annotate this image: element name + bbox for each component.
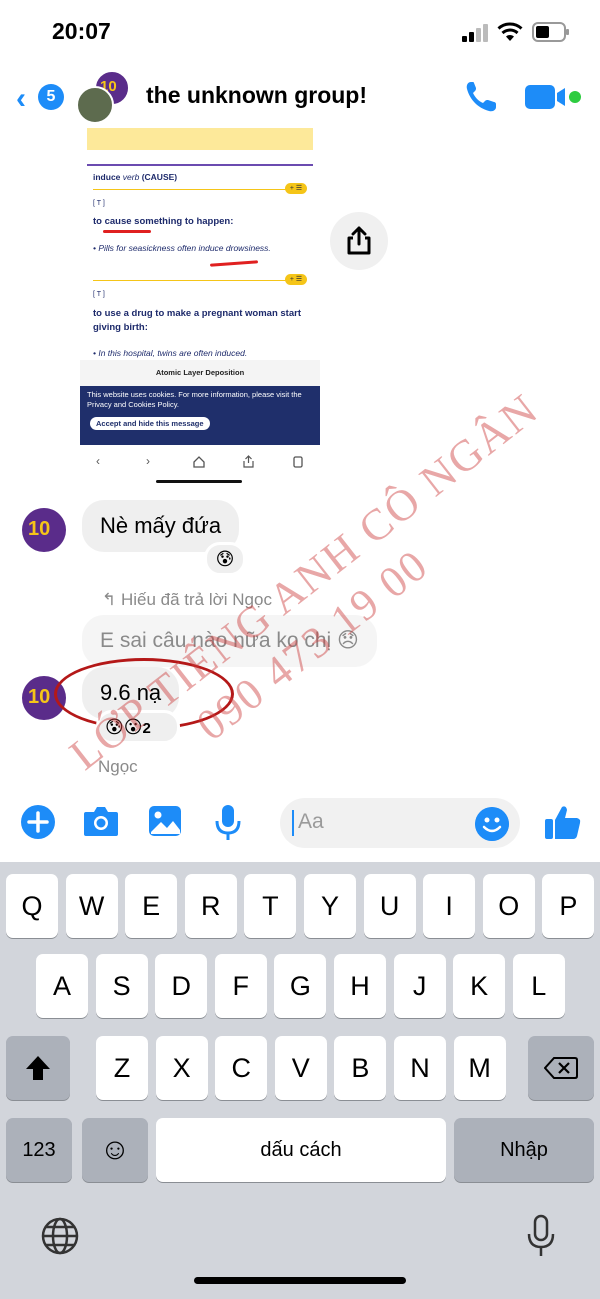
key-r[interactable]: R [184, 874, 237, 938]
text-cursor [292, 810, 294, 836]
add-list-pill: + ☰ [285, 183, 307, 194]
entry-pos: verb [122, 172, 140, 182]
status-time: 20:07 [52, 18, 111, 44]
emoji-key[interactable]: ☺ [82, 1118, 148, 1182]
keyboard: QWERTYUIOP ASDFGHJKL ZXCVBNM 123 ☺ dấu c… [0, 862, 600, 1299]
sender-avatar[interactable]: 10 [22, 508, 66, 552]
plus-icon[interactable] [20, 804, 56, 840]
input-placeholder: Aa [298, 810, 324, 833]
grammar-code: [ T ] [93, 291, 105, 298]
red-underline [209, 260, 259, 267]
key-o[interactable]: O [482, 874, 535, 938]
message-reaction[interactable]: 😰 [204, 542, 246, 576]
key-u[interactable]: U [363, 874, 416, 938]
member-avatar [76, 86, 114, 124]
entry-word: induce [93, 172, 121, 182]
wifi-icon [497, 22, 523, 41]
key-j[interactable]: J [393, 954, 446, 1018]
rule-line [93, 189, 293, 190]
home-icon [193, 456, 205, 468]
cookie-accept-button: Accept and hide this message [90, 417, 210, 430]
ad-title: Atomic Layer Deposition [155, 368, 245, 377]
gallery-icon[interactable] [147, 804, 183, 838]
shared-image[interactable]: induce verb (CAUSE) + ☰ [ T ] to cause s… [80, 128, 320, 483]
chat-title[interactable]: the unknown group! [146, 82, 367, 109]
unread-count-badge: 5 [38, 84, 64, 110]
key-q[interactable]: Q [6, 874, 58, 938]
backspace-icon [544, 1057, 578, 1079]
image-banner [87, 128, 313, 150]
share-icon [347, 226, 371, 255]
red-underline [103, 230, 151, 233]
phone-icon[interactable] [462, 78, 500, 116]
numbers-key[interactable]: 123 [6, 1118, 72, 1182]
emoji-icon[interactable] [475, 807, 509, 841]
dictation-icon[interactable] [526, 1214, 556, 1258]
key-h[interactable]: H [334, 954, 386, 1018]
avatar-badge-text: 10 [28, 518, 51, 540]
back-button[interactable]: ‹ 5 [16, 80, 66, 115]
tabs-icon [293, 456, 303, 468]
chevron-left-icon: ‹ [16, 82, 26, 115]
browser-back-icon: ‹ [96, 454, 100, 468]
browser-forward-icon: › [146, 454, 150, 468]
key-i[interactable]: I [423, 874, 476, 938]
key-t[interactable]: T [244, 874, 297, 938]
return-key[interactable]: Nhập [454, 1118, 594, 1182]
key-p[interactable]: P [542, 874, 595, 938]
key-m[interactable]: M [453, 1036, 506, 1100]
key-g[interactable]: G [274, 954, 327, 1018]
key-z[interactable]: Z [96, 1036, 148, 1100]
reply-arrow-icon: ↰ [102, 590, 121, 609]
example-2: • In this hospital, twins are often indu… [93, 348, 248, 358]
share-button[interactable] [330, 212, 388, 270]
key-a[interactable]: A [36, 954, 88, 1018]
definition-2: to use a drug to make a pregnant woman s… [93, 308, 301, 333]
avatar-badge-text: 10 [28, 686, 51, 708]
key-k[interactable]: K [453, 954, 506, 1018]
cookie-banner: Atomic Layer Deposition This website use… [80, 360, 320, 445]
add-list-pill: + ☰ [285, 274, 307, 285]
key-s[interactable]: S [95, 954, 148, 1018]
entry-headword: induce verb (CAUSE) [93, 172, 177, 182]
ad-header: Atomic Layer Deposition [80, 360, 320, 386]
battery-icon [532, 22, 569, 42]
signal-icon [462, 24, 488, 42]
group-avatar[interactable]: 10 [76, 70, 132, 124]
key-n[interactable]: N [394, 1036, 446, 1100]
globe-icon[interactable] [40, 1216, 80, 1256]
browser-share-icon [243, 455, 254, 468]
delete-key[interactable] [528, 1036, 594, 1100]
rule-line [93, 280, 293, 281]
chat-header: ‹ 5 10 the unknown group! [0, 62, 600, 130]
key-x[interactable]: X [155, 1036, 208, 1100]
message-composer: Aa [0, 790, 600, 862]
key-y[interactable]: Y [304, 874, 356, 938]
image-divider [87, 164, 313, 166]
home-indicator [194, 1277, 406, 1284]
key-w[interactable]: W [65, 874, 118, 938]
shift-icon [26, 1056, 50, 1080]
shift-key[interactable] [6, 1036, 70, 1100]
key-b[interactable]: B [334, 1036, 387, 1100]
key-d[interactable]: D [155, 954, 208, 1018]
cookie-text: This website uses cookies. For more info… [87, 390, 302, 409]
key-v[interactable]: V [274, 1036, 327, 1100]
status-bar: 20:07 [0, 0, 600, 62]
microphone-icon[interactable] [214, 804, 242, 842]
space-key[interactable]: dấu cách [156, 1118, 446, 1182]
key-c[interactable]: C [215, 1036, 268, 1100]
browser-toolbar: ‹ › [80, 446, 320, 476]
entry-label: (CAUSE) [141, 172, 178, 182]
definition-1: to cause something to happen: [93, 216, 234, 227]
key-l[interactable]: L [512, 954, 565, 1018]
key-e[interactable]: E [125, 874, 178, 938]
image-home-indicator [156, 480, 242, 483]
video-call-icon[interactable] [523, 82, 583, 112]
example-1: • Pills for seasickness often induce dro… [93, 243, 271, 253]
key-f[interactable]: F [214, 954, 267, 1018]
thumbs-up-icon[interactable] [543, 802, 583, 842]
grammar-code: [ T ] [93, 200, 105, 207]
